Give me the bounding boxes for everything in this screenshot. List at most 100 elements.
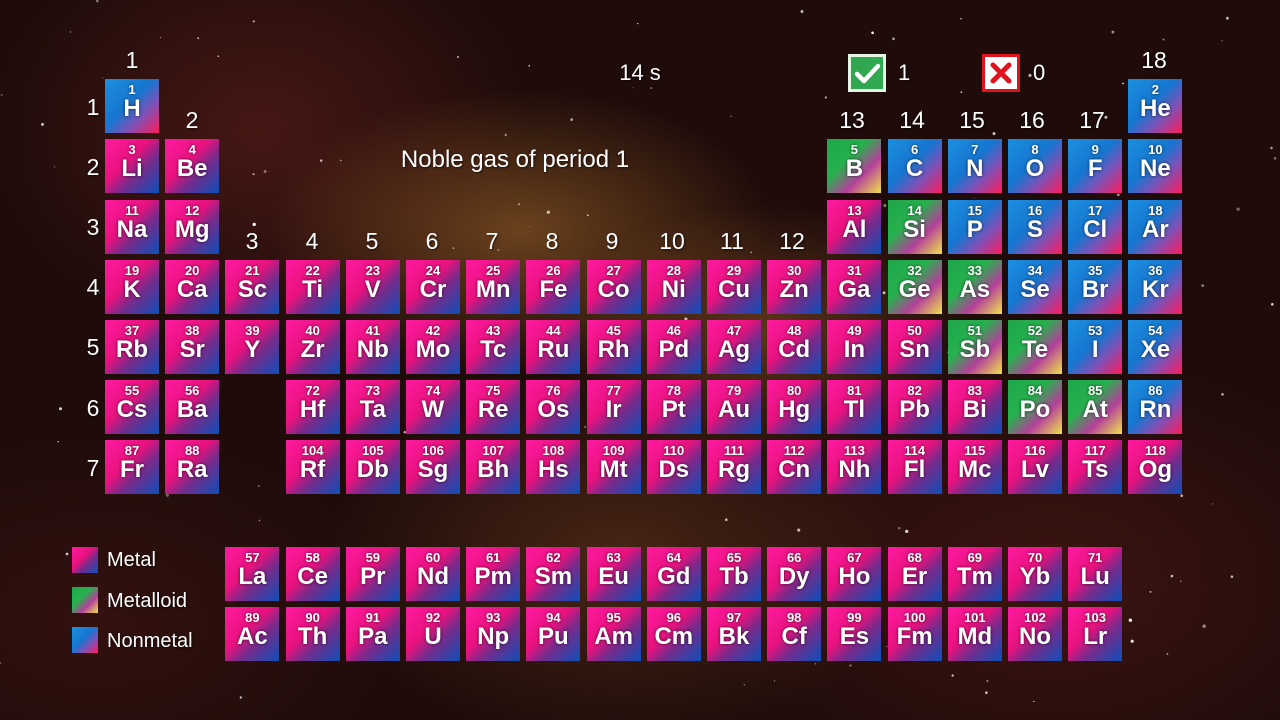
element-tile-o[interactable]: 8O xyxy=(1008,139,1062,193)
element-tile-mg[interactable]: 12 Mg xyxy=(165,200,220,254)
element-tile-u[interactable]: 92 U xyxy=(406,607,460,661)
element-tile-al[interactable]: 13 Al xyxy=(827,200,882,254)
element-tile-ge[interactable]: 32 Ge xyxy=(887,260,942,314)
element-tile-os[interactable]: 76 Os xyxy=(526,380,581,434)
element-tile-ce[interactable]: 58 Ce xyxy=(285,547,340,601)
element-tile-rf[interactable]: 104 Rf xyxy=(285,440,340,494)
element-tile-ho[interactable]: 67 Ho xyxy=(827,547,882,601)
element-tile-f[interactable]: 9F xyxy=(1068,139,1123,193)
element-tile-lu[interactable]: 71 Lu xyxy=(1068,547,1123,601)
element-tile-cm[interactable]: 96 Cm xyxy=(646,607,701,661)
element-tile-as[interactable]: 33 As xyxy=(947,260,1002,314)
element-tile-p[interactable]: 15 P xyxy=(947,200,1002,254)
element-tile-ac[interactable]: 89 Ac xyxy=(225,607,280,661)
element-tile-te[interactable]: 52 Te xyxy=(1008,320,1062,374)
element-tile-fl[interactable]: 114 Fl xyxy=(887,440,942,494)
element-tile-se[interactable]: 34 Se xyxy=(1008,260,1062,314)
element-tile-la[interactable]: 57 La xyxy=(225,547,280,601)
element-tile-xe[interactable]: 54 Xe xyxy=(1128,320,1183,374)
element-tile-ag[interactable]: 47 Ag xyxy=(707,320,761,374)
element-tile-na[interactable]: 11 Na xyxy=(105,200,159,254)
element-tile-i[interactable]: 53 I xyxy=(1068,320,1123,374)
element-tile-bk[interactable]: 97 Bk xyxy=(707,607,761,661)
element-tile-sc[interactable]: 21 Sc xyxy=(225,260,280,314)
element-tile-cr[interactable]: 24 Cr xyxy=(406,260,460,314)
element-tile-cf[interactable]: 98 Cf xyxy=(767,607,822,661)
element-tile-og[interactable]: 118 Og xyxy=(1128,440,1183,494)
element-tile-pd[interactable]: 46 Pd xyxy=(646,320,701,374)
element-tile-mt[interactable]: 109 Mt xyxy=(586,440,641,494)
element-tile-er[interactable]: 68 Er xyxy=(887,547,942,601)
element-tile-si[interactable]: 14 Si xyxy=(887,200,942,254)
element-tile-b[interactable]: 5B xyxy=(827,139,882,193)
element-tile-n[interactable]: 7N xyxy=(947,139,1002,193)
element-tile-np[interactable]: 93 Np xyxy=(466,607,521,661)
element-tile-mo[interactable]: 42 Mo xyxy=(406,320,460,374)
element-tile-sm[interactable]: 62 Sm xyxy=(526,547,581,601)
element-tile-am[interactable]: 95 Am xyxy=(586,607,641,661)
element-tile-ca[interactable]: 20 Ca xyxy=(165,260,220,314)
element-tile-cn[interactable]: 112 Cn xyxy=(767,440,822,494)
element-tile-rh[interactable]: 45 Rh xyxy=(586,320,641,374)
element-tile-tm[interactable]: 69 Tm xyxy=(947,547,1002,601)
element-tile-ds[interactable]: 110 Ds xyxy=(646,440,701,494)
element-tile-ru[interactable]: 44 Ru xyxy=(526,320,581,374)
element-tile-ga[interactable]: 31 Ga xyxy=(827,260,882,314)
element-tile-ra[interactable]: 88 Ra xyxy=(165,440,220,494)
element-tile-br[interactable]: 35 Br xyxy=(1068,260,1123,314)
element-tile-at[interactable]: 85 At xyxy=(1068,380,1123,434)
element-tile-hf[interactable]: 72 Hf xyxy=(285,380,340,434)
element-tile-he[interactable]: 2 He xyxy=(1128,79,1183,133)
element-tile-k[interactable]: 19 K xyxy=(105,260,159,314)
element-tile-ta[interactable]: 73 Ta xyxy=(345,380,400,434)
element-tile-kr[interactable]: 36 Kr xyxy=(1128,260,1183,314)
element-tile-gd[interactable]: 64 Gd xyxy=(646,547,701,601)
element-tile-nh[interactable]: 113 Nh xyxy=(827,440,882,494)
element-tile-fm[interactable]: 100 Fm xyxy=(887,607,942,661)
element-tile-rb[interactable]: 37 Rb xyxy=(105,320,159,374)
element-tile-fe[interactable]: 26 Fe xyxy=(526,260,581,314)
element-tile-tb[interactable]: 65 Tb xyxy=(707,547,761,601)
element-tile-ne[interactable]: 10 Ne xyxy=(1128,139,1183,193)
element-tile-h[interactable]: 1H xyxy=(105,79,159,133)
element-tile-w[interactable]: 74 W xyxy=(406,380,460,434)
element-tile-es[interactable]: 99 Es xyxy=(827,607,882,661)
element-tile-tc[interactable]: 43 Tc xyxy=(466,320,521,374)
element-tile-ti[interactable]: 22 Ti xyxy=(285,260,340,314)
element-tile-s[interactable]: 16 S xyxy=(1008,200,1062,254)
element-tile-po[interactable]: 84 Po xyxy=(1008,380,1062,434)
element-tile-nb[interactable]: 41 Nb xyxy=(345,320,400,374)
element-tile-pr[interactable]: 59 Pr xyxy=(345,547,400,601)
element-tile-fr[interactable]: 87 Fr xyxy=(105,440,159,494)
element-tile-md[interactable]: 101 Md xyxy=(947,607,1002,661)
element-tile-tl[interactable]: 81 Tl xyxy=(827,380,882,434)
element-tile-bh[interactable]: 107 Bh xyxy=(466,440,521,494)
element-tile-li[interactable]: 3 Li xyxy=(105,139,159,193)
element-tile-co[interactable]: 27 Co xyxy=(586,260,641,314)
element-tile-cl[interactable]: 17 Cl xyxy=(1068,200,1123,254)
element-tile-au[interactable]: 79 Au xyxy=(707,380,761,434)
element-tile-zn[interactable]: 30 Zn xyxy=(767,260,822,314)
element-tile-cu[interactable]: 29 Cu xyxy=(707,260,761,314)
element-tile-ts[interactable]: 117 Ts xyxy=(1068,440,1123,494)
element-tile-hs[interactable]: 108 Hs xyxy=(526,440,581,494)
element-tile-eu[interactable]: 63 Eu xyxy=(586,547,641,601)
element-tile-sr[interactable]: 38 Sr xyxy=(165,320,220,374)
element-tile-sg[interactable]: 106 Sg xyxy=(406,440,460,494)
element-tile-ar[interactable]: 18 Ar xyxy=(1128,200,1183,254)
element-tile-bi[interactable]: 83 Bi xyxy=(947,380,1002,434)
element-tile-cs[interactable]: 55 Cs xyxy=(105,380,159,434)
element-tile-no[interactable]: 102 No xyxy=(1008,607,1062,661)
element-tile-pb[interactable]: 82 Pb xyxy=(887,380,942,434)
element-tile-hg[interactable]: 80 Hg xyxy=(767,380,822,434)
element-tile-mn[interactable]: 25 Mn xyxy=(466,260,521,314)
element-tile-ni[interactable]: 28 Ni xyxy=(646,260,701,314)
element-tile-th[interactable]: 90 Th xyxy=(285,607,340,661)
element-tile-cd[interactable]: 48 Cd xyxy=(767,320,822,374)
element-tile-lr[interactable]: 103 Lr xyxy=(1068,607,1123,661)
element-tile-re[interactable]: 75 Re xyxy=(466,380,521,434)
element-tile-v[interactable]: 23 V xyxy=(345,260,400,314)
element-tile-pu[interactable]: 94 Pu xyxy=(526,607,581,661)
element-tile-y[interactable]: 39 Y xyxy=(225,320,280,374)
element-tile-db[interactable]: 105 Db xyxy=(345,440,400,494)
